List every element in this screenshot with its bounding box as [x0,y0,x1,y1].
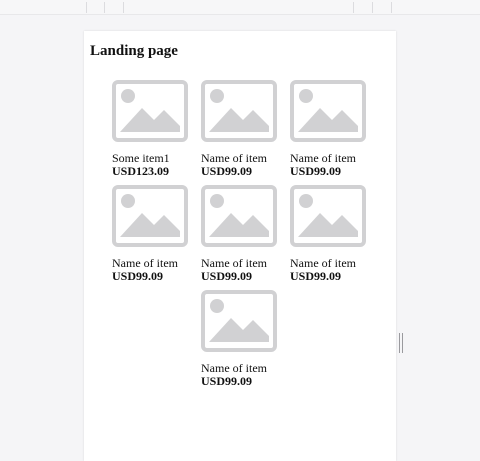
preview-toolbar [0,0,480,15]
item-card[interactable]: Name of item USD99.09 [201,185,281,283]
item-price: USD99.09 [112,269,164,283]
image-placeholder-icon [290,80,366,142]
image-placeholder-icon [201,290,277,352]
item-price: USD99.09 [290,269,342,283]
item-card[interactable]: Name of item USD99.09 [201,290,281,388]
item-card[interactable]: Name of item USD99.09 [290,80,370,178]
toolbar-divider [391,2,392,13]
toolbar-divider [123,2,124,13]
item-card[interactable]: Name of item USD99.09 [201,80,281,178]
toolbar-divider [86,2,87,13]
resize-handle-icon[interactable] [398,333,404,353]
item-price: USD123.09 [112,164,170,178]
toolbar-divider [104,2,105,13]
item-card[interactable]: Name of item USD99.09 [290,185,370,283]
toolbar-divider [353,2,354,13]
item-price: USD99.09 [201,374,253,388]
item-card[interactable]: Name of item USD99.09 [112,185,192,283]
landing-page-preview: Landing page Some item1 USD123.09 Name o… [84,31,396,461]
item-price: USD99.09 [201,269,253,283]
item-card[interactable]: Some item1 USD123.09 [112,80,192,178]
image-placeholder-icon [112,185,188,247]
image-placeholder-icon [201,80,277,142]
item-price: USD99.09 [201,164,253,178]
toolbar-divider [372,2,373,13]
image-placeholder-icon [112,80,188,142]
image-placeholder-icon [201,185,277,247]
page-title: Landing page [90,43,178,59]
image-placeholder-icon [290,185,366,247]
item-price: USD99.09 [290,164,342,178]
